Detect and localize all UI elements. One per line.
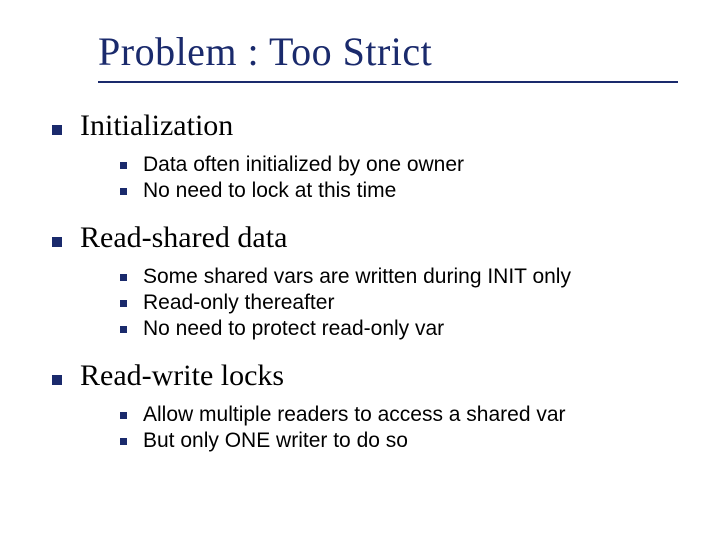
- sub-bullet-text: But only ONE writer to do so: [143, 429, 408, 453]
- sub-bullet-text: Read-only thereafter: [143, 291, 334, 315]
- sub-bullet-list: Data often initialized by one owner No n…: [120, 153, 680, 203]
- square-bullet-icon: [120, 412, 127, 419]
- sub-bullet-text: Allow multiple readers to access a share…: [143, 403, 566, 427]
- bullet-list: Initialization Data often initialized by…: [40, 109, 680, 453]
- sub-bullet-text: No need to protect read-only var: [143, 317, 444, 341]
- sub-bullet-list: Allow multiple readers to access a share…: [120, 403, 680, 453]
- sub-bullet-list: Some shared vars are written during INIT…: [120, 265, 680, 341]
- list-item: Read-shared data Some shared vars are wr…: [40, 221, 680, 341]
- list-item: No need to lock at this time: [120, 179, 680, 203]
- list-item: Data often initialized by one owner: [120, 153, 680, 177]
- square-bullet-icon: [52, 375, 62, 385]
- sub-bullet-text: Some shared vars are written during INIT…: [143, 265, 571, 289]
- square-bullet-icon: [120, 438, 127, 445]
- square-bullet-icon: [120, 274, 127, 281]
- title-underline: [98, 81, 678, 83]
- list-item: Allow multiple readers to access a share…: [120, 403, 680, 427]
- square-bullet-icon: [120, 326, 127, 333]
- square-bullet-icon: [52, 237, 62, 247]
- section-heading: Read-shared data: [80, 221, 287, 255]
- section-heading-line: Read-shared data: [52, 221, 680, 255]
- section-heading: Initialization: [80, 109, 233, 143]
- section-heading: Read-write locks: [80, 359, 284, 393]
- slide-title: Problem : Too Strict: [98, 28, 680, 75]
- list-item: Read-write locks Allow multiple readers …: [40, 359, 680, 453]
- list-item: Read-only thereafter: [120, 291, 680, 315]
- slide: Problem : Too Strict Initialization Data…: [0, 0, 720, 540]
- square-bullet-icon: [120, 300, 127, 307]
- list-item: But only ONE writer to do so: [120, 429, 680, 453]
- section-heading-line: Read-write locks: [52, 359, 680, 393]
- list-item: No need to protect read-only var: [120, 317, 680, 341]
- section-heading-line: Initialization: [52, 109, 680, 143]
- list-item: Some shared vars are written during INIT…: [120, 265, 680, 289]
- square-bullet-icon: [52, 125, 62, 135]
- sub-bullet-text: No need to lock at this time: [143, 179, 396, 203]
- sub-bullet-text: Data often initialized by one owner: [143, 153, 464, 177]
- square-bullet-icon: [120, 188, 127, 195]
- list-item: Initialization Data often initialized by…: [40, 109, 680, 203]
- square-bullet-icon: [120, 162, 127, 169]
